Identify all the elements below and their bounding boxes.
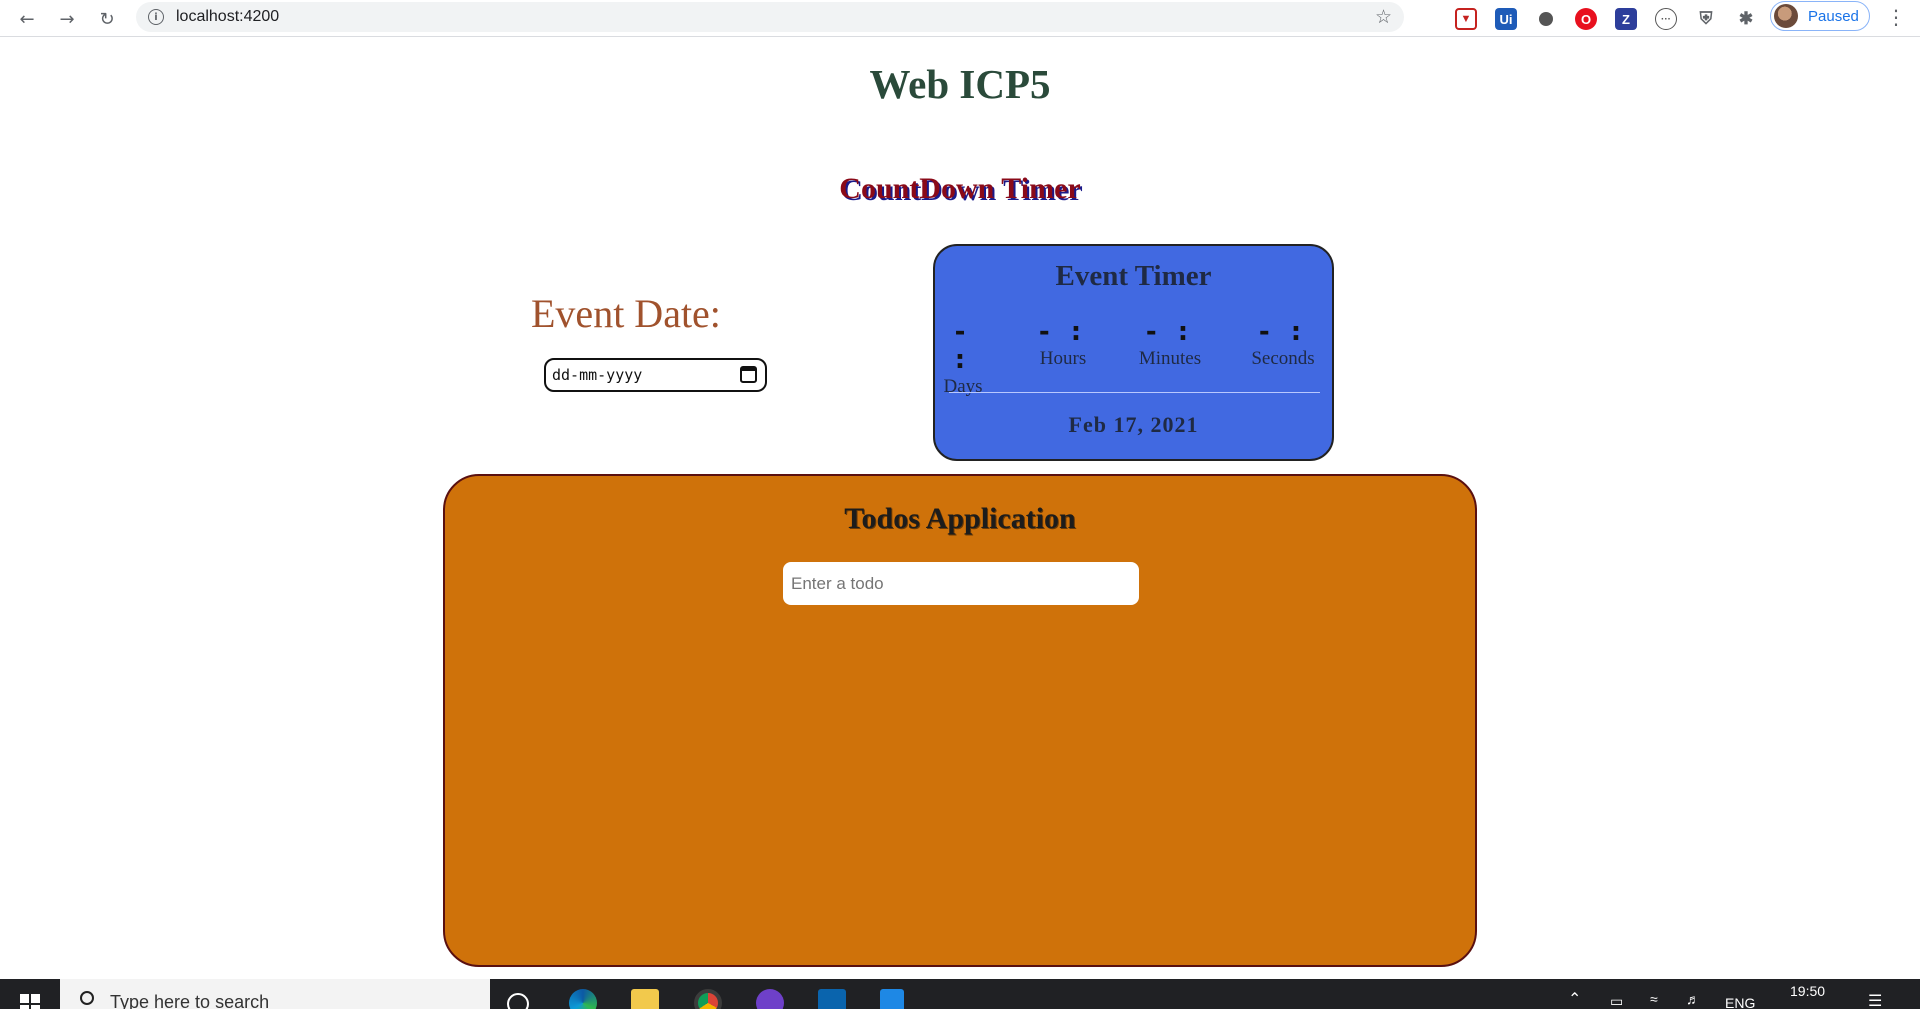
bookmark-star-icon[interactable]: ☆ xyxy=(1375,6,1392,28)
back-icon[interactable]: ← xyxy=(14,6,40,32)
timer-minutes: - : Minutes xyxy=(1131,318,1209,370)
timer-event-date: Feb 17, 2021 xyxy=(1068,412,1199,437)
extension-circle-icon[interactable] xyxy=(1535,8,1557,30)
event-date-label: Event Date: xyxy=(531,291,721,336)
timer-divider xyxy=(949,392,1320,393)
reload-icon[interactable]: ↻ xyxy=(94,6,120,32)
tray-chevron-icon[interactable]: ⌃ xyxy=(1568,989,1581,1009)
todos-title: Todos Application xyxy=(844,502,1076,535)
timer-seconds: - : Seconds xyxy=(1241,318,1325,370)
vscode-icon[interactable] xyxy=(880,989,904,1009)
chrome-icon[interactable] xyxy=(694,989,722,1009)
timer-days-label: Days xyxy=(943,376,983,397)
browser-menu-icon[interactable]: ⋮ xyxy=(1886,5,1906,29)
timer-seconds-label: Seconds xyxy=(1251,348,1315,369)
timer-hours-value: - : xyxy=(1038,317,1088,347)
date-placeholder: dd-mm-yyyy xyxy=(552,366,643,384)
timer-minutes-label: Minutes xyxy=(1138,348,1202,369)
taskbar-search[interactable]: Type here to search xyxy=(60,979,490,1009)
extensions-puzzle-icon[interactable]: ✱ xyxy=(1735,8,1757,30)
volume-icon[interactable]: ♬ xyxy=(1686,991,1700,1007)
cortana-icon[interactable] xyxy=(507,993,529,1009)
language-indicator[interactable]: ENG xyxy=(1725,995,1755,1009)
profile-status: Paused xyxy=(1808,7,1859,25)
windows-taskbar: Type here to search ⌃ ▭ ≈ ♬ ENG 19:50 ☰ xyxy=(0,979,1920,1009)
address-bar[interactable]: i localhost:4200 ☆ xyxy=(136,2,1404,32)
search-icon xyxy=(80,991,94,1005)
battery-icon[interactable]: ▭ xyxy=(1610,993,1623,1009)
site-info-icon[interactable]: i xyxy=(148,9,164,25)
notifications-icon[interactable]: ☰ xyxy=(1868,991,1882,1009)
timer-seconds-value: - : xyxy=(1258,317,1308,347)
page-title: Web ICP5 xyxy=(869,61,1051,107)
event-timer-card: Event Timer - : Days - : Hours - : Minut… xyxy=(933,244,1334,461)
extension-shield-icon[interactable]: ⛨ xyxy=(1695,8,1717,30)
address-url[interactable]: localhost:4200 xyxy=(176,8,279,26)
avatar xyxy=(1774,4,1798,28)
countdown-title: CountDown Timer xyxy=(839,172,1081,205)
outlook-icon[interactable] xyxy=(818,989,846,1009)
timer-hours: - : Hours xyxy=(1033,318,1093,370)
extension-z-icon[interactable]: Z xyxy=(1615,8,1637,30)
extension-dots-icon[interactable]: ··· xyxy=(1655,8,1677,30)
forward-icon[interactable]: → xyxy=(54,6,80,32)
wifi-icon[interactable]: ≈ xyxy=(1650,991,1658,1007)
taskbar-clock[interactable]: 19:50 xyxy=(1790,983,1825,999)
browser-toolbar: ← → ↻ i localhost:4200 ☆ ▼ Ui O Z ··· ⛨ … xyxy=(0,0,1920,37)
extension-pocket-icon[interactable]: ▼ xyxy=(1455,8,1477,30)
github-desktop-icon[interactable] xyxy=(756,989,784,1009)
todos-card: Todos Application xyxy=(443,474,1477,967)
timer-days-value: - : xyxy=(954,317,972,375)
calendar-icon[interactable] xyxy=(740,366,757,383)
timer-days: - : Days xyxy=(943,318,983,398)
profile-button[interactable]: Paused xyxy=(1770,1,1870,31)
windows-start-icon[interactable] xyxy=(20,994,40,1009)
taskbar-search-placeholder: Type here to search xyxy=(110,992,270,1009)
timer-hours-label: Hours xyxy=(1039,348,1087,369)
timer-minutes-value: - : xyxy=(1145,317,1195,347)
extension-opera-icon[interactable]: O xyxy=(1575,8,1597,30)
file-explorer-icon[interactable] xyxy=(631,989,659,1009)
extension-ui-icon[interactable]: Ui xyxy=(1495,8,1517,30)
edge-icon[interactable] xyxy=(569,989,597,1009)
event-date-input[interactable]: dd-mm-yyyy xyxy=(544,358,767,392)
todo-input[interactable] xyxy=(783,562,1139,605)
timer-title: Event Timer xyxy=(1055,260,1212,292)
